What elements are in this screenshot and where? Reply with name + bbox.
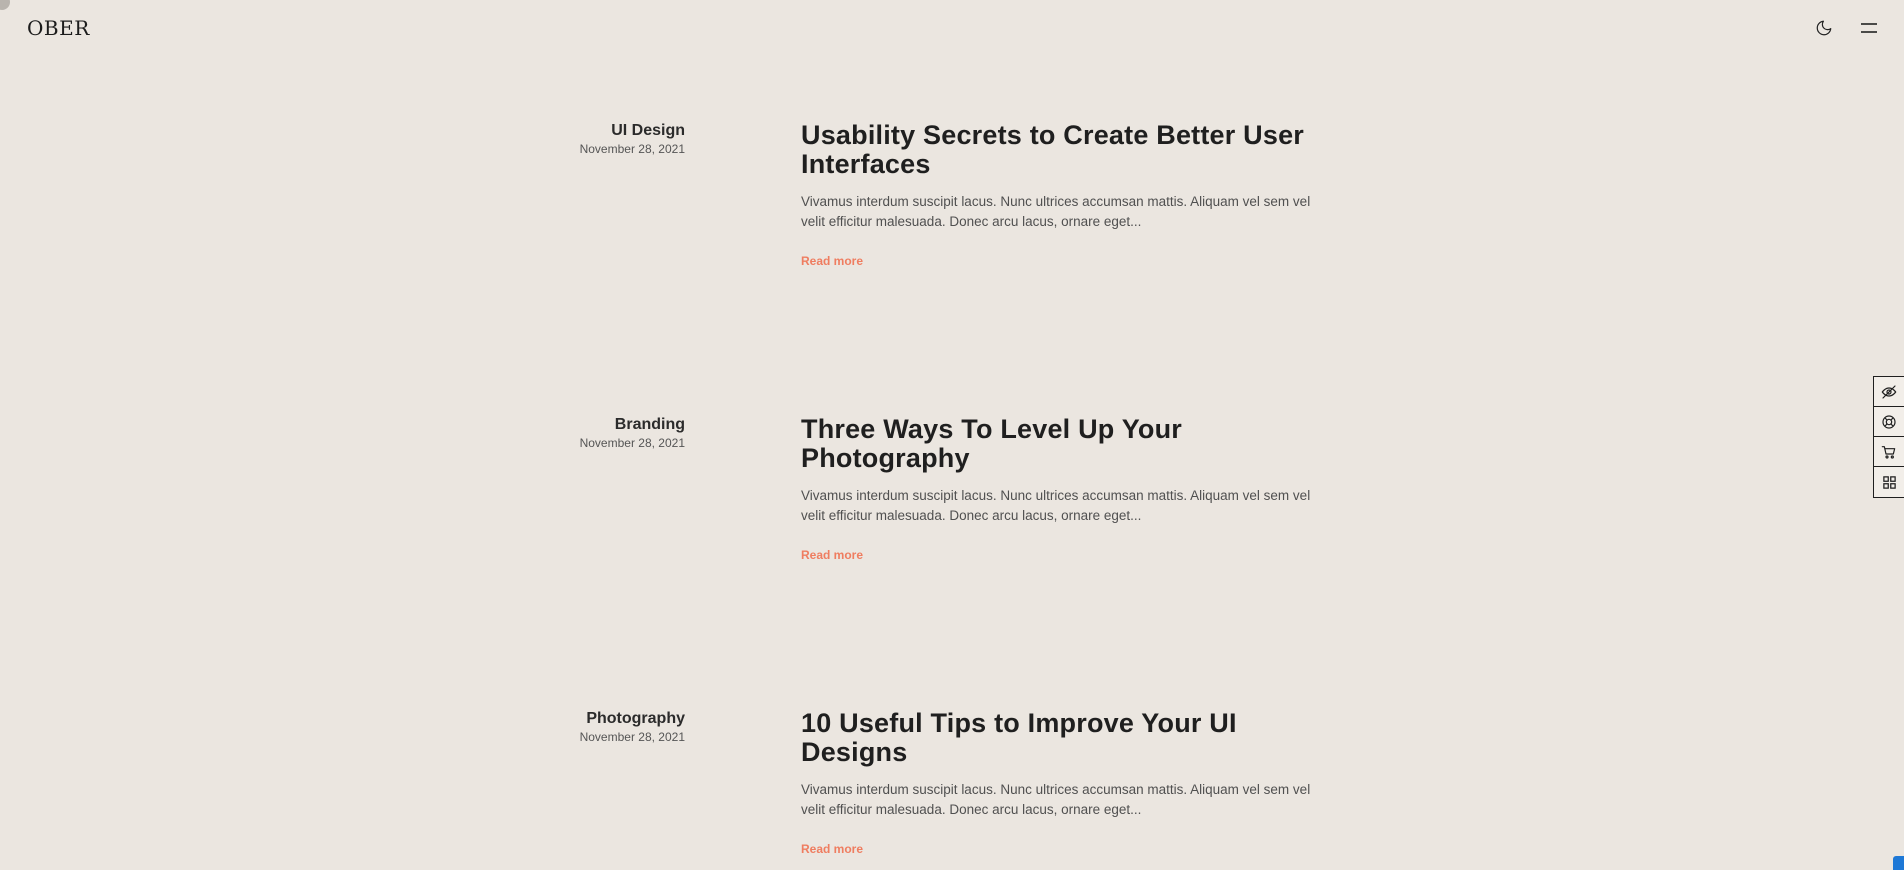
read-more-link[interactable]: Read more <box>801 842 863 856</box>
post-category[interactable]: Branding <box>580 415 685 435</box>
cart-icon[interactable] <box>1874 437 1904 467</box>
post-meta: Branding November 28, 2021 <box>580 415 685 451</box>
corner-badge[interactable] <box>1893 856 1904 870</box>
read-more-link[interactable]: Read more <box>801 254 863 268</box>
post-body: 10 Useful Tips to Improve Your UI Design… <box>801 709 1331 857</box>
lifebuoy-icon[interactable] <box>1874 407 1904 437</box>
read-more-link[interactable]: Read more <box>801 548 863 562</box>
post-meta: Photography November 28, 2021 <box>580 709 685 745</box>
post-body: Three Ways To Level Up Your Photography … <box>801 415 1331 563</box>
post-date: November 28, 2021 <box>579 436 685 450</box>
post-excerpt: Vivamus interdum suscipit lacus. Nunc ul… <box>801 194 1311 229</box>
post-date: November 28, 2021 <box>579 730 685 744</box>
post-excerpt: Vivamus interdum suscipit lacus. Nunc ul… <box>801 782 1311 817</box>
post-excerpt: Vivamus interdum suscipit lacus. Nunc ul… <box>801 488 1311 523</box>
post-category[interactable]: UI Design <box>580 121 685 141</box>
post-category[interactable]: Photography <box>580 709 685 729</box>
post-list: UI Design November 28, 2021 Usability Se… <box>0 0 1904 870</box>
post-title[interactable]: 10 Useful Tips to Improve Your UI Design… <box>801 709 1331 767</box>
post-meta: UI Design November 28, 2021 <box>580 121 685 157</box>
post-body: Usability Secrets to Create Better User … <box>801 121 1331 269</box>
post-title[interactable]: Three Ways To Level Up Your Photography <box>801 415 1331 473</box>
post-title[interactable]: Usability Secrets to Create Better User … <box>801 121 1331 179</box>
grid-icon[interactable] <box>1874 467 1904 497</box>
eye-off-icon[interactable] <box>1874 377 1904 407</box>
page: OBER UI Design November 28, 2021 Usabili… <box>0 0 1904 870</box>
post-date: November 28, 2021 <box>579 142 685 156</box>
side-toolbar <box>1873 376 1904 498</box>
